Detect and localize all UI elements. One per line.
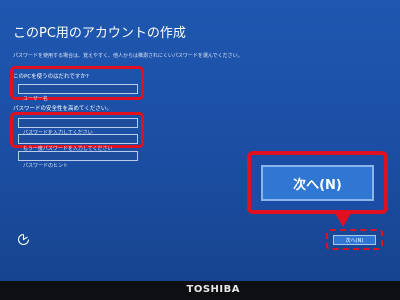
page-title: このPC用のアカウントの作成 <box>13 26 186 41</box>
laptop-bezel: TOSHIBA <box>0 281 400 300</box>
setup-screen: このPC用のアカウントの作成 パスワードを使用する場合は、覚えやすく、他人からは… <box>0 0 400 281</box>
next-button-zoomed: 次へ(N) <box>261 165 374 201</box>
password-confirm-field[interactable] <box>18 134 138 153</box>
brand-logo: TOSHIBA <box>186 284 240 295</box>
next-button-callout: 次へ(N) <box>247 151 388 214</box>
username-label: このPCを使うのはだれですか? <box>13 74 89 80</box>
password-hint-field[interactable] <box>18 151 138 170</box>
password-hint-input[interactable] <box>19 162 137 170</box>
page-description: パスワードを使用する場合は、覚えやすく、他人からは推測されにくいパスワードを選ん… <box>13 53 243 59</box>
next-button-highlight: 次へ(N) <box>326 229 383 250</box>
next-button[interactable]: 次へ(N) <box>333 235 376 245</box>
password-field[interactable] <box>18 118 138 137</box>
password-section-label: パスワードの安全性を高めてください。 <box>13 106 112 112</box>
callout-pointer <box>335 213 351 227</box>
username-input[interactable] <box>19 95 137 103</box>
accessibility-icon[interactable] <box>17 233 30 246</box>
username-field[interactable] <box>18 84 138 103</box>
